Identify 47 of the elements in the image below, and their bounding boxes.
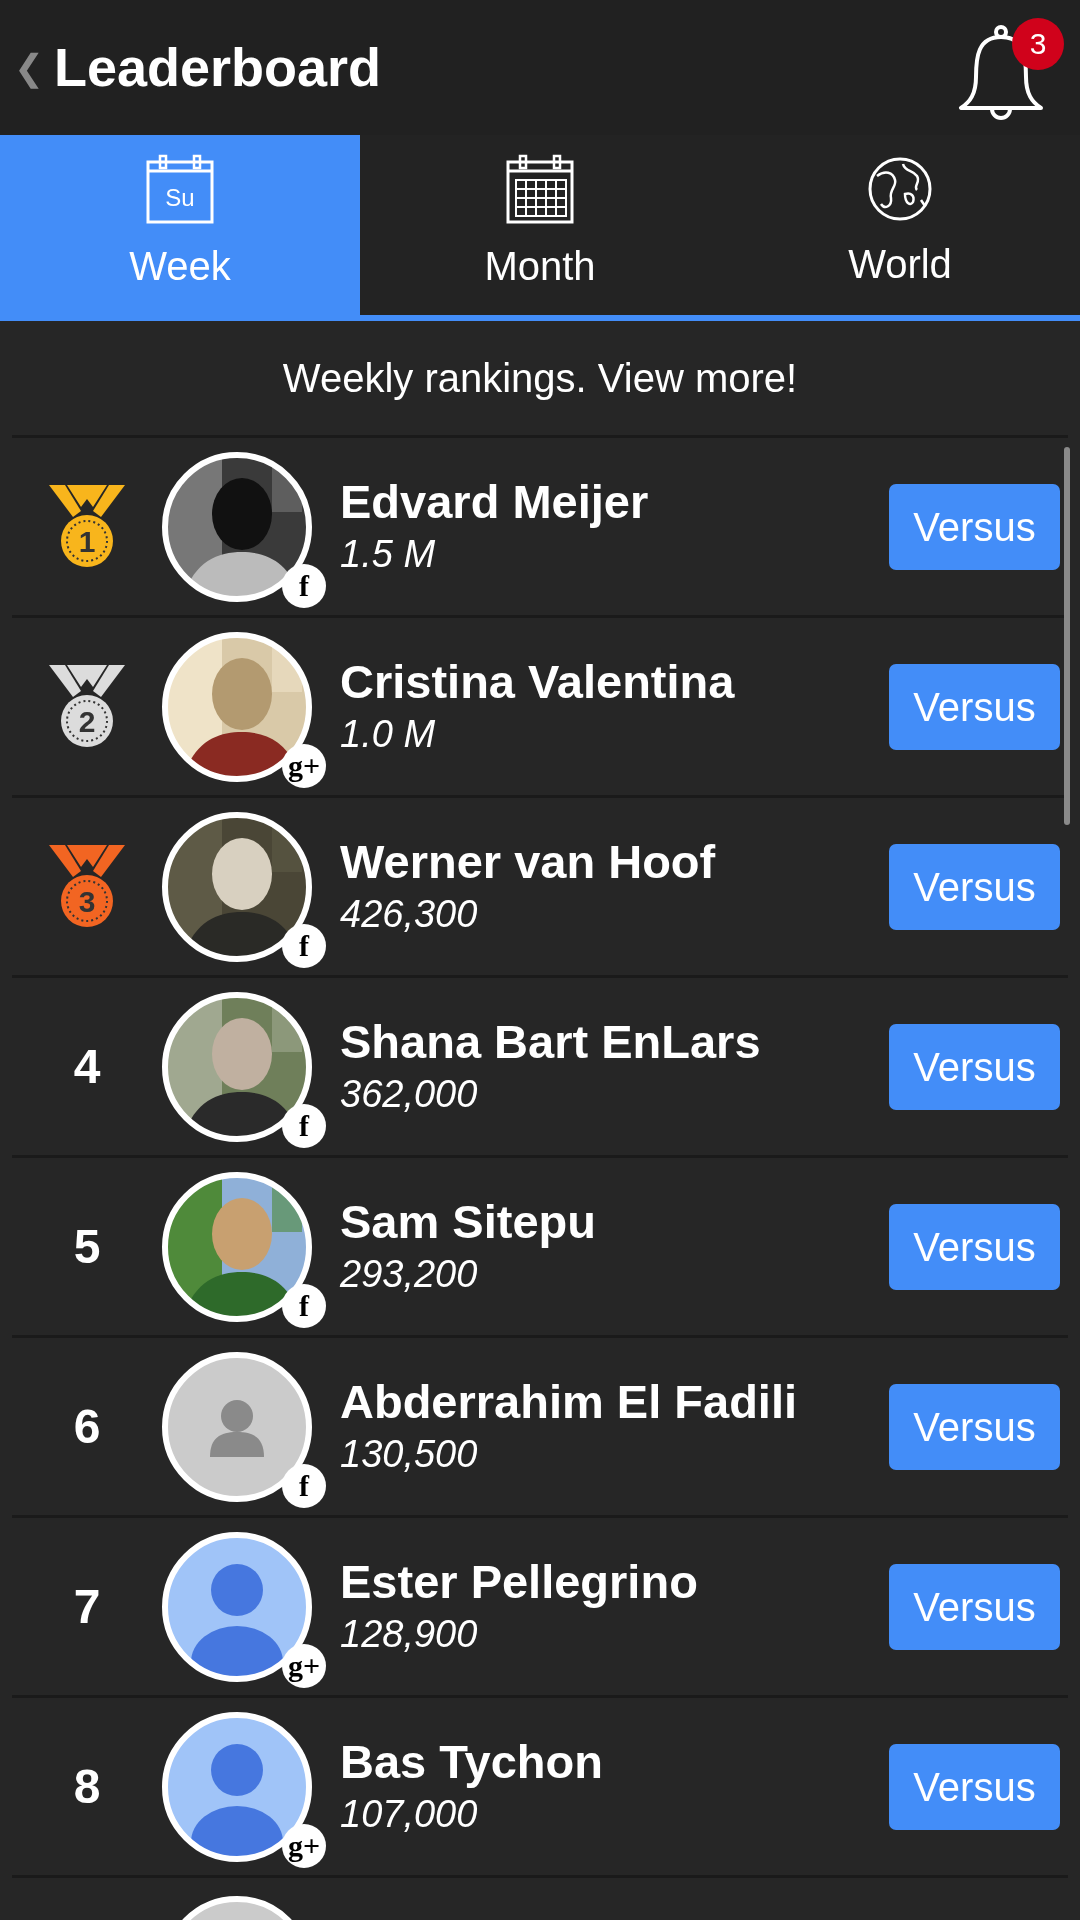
rank-number: 7	[73, 1578, 101, 1635]
rank-number: 4	[73, 1038, 101, 1095]
player-name: Cristina Valentina	[340, 653, 736, 710]
versus-button[interactable]: Versus	[889, 663, 1060, 750]
rank-number: 6	[73, 1398, 101, 1455]
subtitle-link[interactable]: Weekly rankings. View more!	[282, 348, 798, 408]
player-name: Abderrahim El Fadili	[340, 1373, 799, 1430]
player-name: Ester Pellegrino	[340, 1553, 699, 1610]
network-badge: g+	[282, 1823, 326, 1868]
network-badge: f	[282, 923, 326, 968]
network-badge: f	[282, 1103, 326, 1148]
player-score: 293,200	[340, 1252, 479, 1297]
tab[interactable]: Month	[360, 135, 720, 315]
player-score: 128,900	[340, 1612, 479, 1657]
player-name: Werner van Hoof	[340, 833, 717, 890]
network-badge: f	[282, 563, 326, 608]
network-badge: g+	[282, 1643, 326, 1688]
versus-button[interactable]: Versus	[889, 843, 1060, 930]
versus-button[interactable]: Versus	[889, 1203, 1060, 1290]
versus-button[interactable]: Versus	[889, 1023, 1060, 1110]
calendar-icon	[506, 154, 574, 224]
player-name: Shana Bart EnLars	[340, 1013, 762, 1070]
network-badge: f	[282, 1463, 326, 1508]
versus-button[interactable]: Versus	[889, 1743, 1060, 1830]
player-score: 426,300	[340, 892, 479, 937]
back-button[interactable]: ❮	[14, 40, 44, 95]
globe-icon	[867, 156, 933, 222]
tab[interactable]: World	[720, 135, 1080, 315]
avatar-placeholder-icon	[162, 1351, 312, 1502]
network-badge: f	[282, 1283, 326, 1328]
player-name: Sam Sitepu	[340, 1193, 597, 1250]
network-badge: g+	[282, 743, 326, 788]
tab[interactable]: Su Week	[0, 135, 360, 315]
page-title: Leaderboard	[54, 36, 382, 99]
player-score: 1.0 M	[340, 712, 437, 757]
player-score: 130,500	[340, 1432, 479, 1477]
rank-number: 8	[73, 1758, 101, 1815]
player-score: 362,000	[340, 1072, 479, 1117]
player-name: Edvard Meijer	[340, 473, 650, 530]
player-name: Bas Tychon	[340, 1733, 604, 1790]
notification-badge: 3	[1012, 17, 1064, 70]
versus-button[interactable]: Versus	[889, 1383, 1060, 1470]
player-score: 1.5 M	[340, 532, 437, 577]
player-score: 107,000	[340, 1792, 479, 1837]
versus-button[interactable]: Versus	[889, 1563, 1060, 1650]
rank-number: 5	[73, 1218, 101, 1275]
versus-button[interactable]: Versus	[889, 483, 1060, 570]
